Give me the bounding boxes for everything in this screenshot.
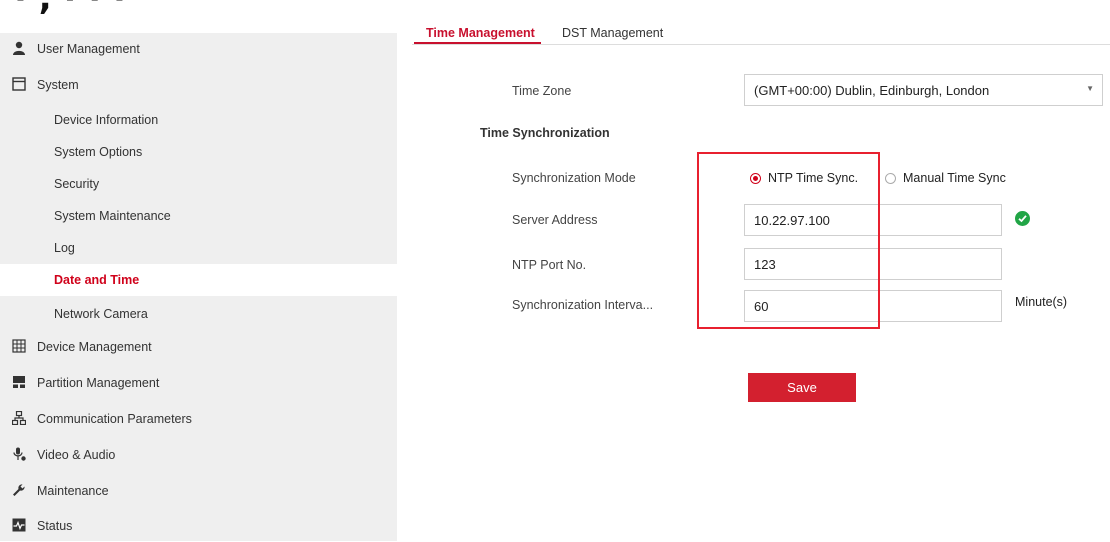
ntp-sync-radio[interactable]: NTP Time Sync.: [750, 171, 858, 185]
sidebar-item-security[interactable]: Security: [0, 168, 397, 200]
sidebar-item-log[interactable]: Log: [0, 232, 397, 264]
sync-mode-label: Synchronization Mode: [512, 171, 636, 185]
ntp-port-value: 123: [754, 257, 776, 272]
header-text: · , · · ·: [14, 0, 126, 18]
sidebar-item-partition-management[interactable]: Partition Management: [0, 367, 397, 399]
sidebar-item-label: Video & Audio: [37, 448, 116, 462]
sidebar-item-label: Log: [54, 241, 75, 255]
sync-interval-input[interactable]: 60: [744, 290, 1002, 322]
user-icon: [12, 41, 26, 55]
radio-unchecked-icon[interactable]: [885, 172, 896, 184]
sidebar-item-device-information[interactable]: Device Information: [0, 104, 397, 136]
ntp-port-label: NTP Port No.: [512, 258, 587, 272]
time-zone-select[interactable]: (GMT+00:00) Dublin, Edinburgh, London ▼: [744, 74, 1103, 106]
active-tab-indicator: [414, 42, 541, 44]
sidebar-item-label: User Management: [37, 42, 140, 56]
sync-interval-label: Synchronization Interva...: [512, 298, 654, 312]
status-icon: [12, 518, 26, 532]
sidebar-item-label: Maintenance: [37, 484, 109, 498]
save-button[interactable]: Save: [748, 373, 856, 402]
manual-sync-radio[interactable]: Manual Time Sync: [885, 171, 1006, 185]
network-icon: [12, 411, 26, 425]
server-address-value: 10.22.97.100: [754, 213, 830, 228]
sidebar-item-user-management[interactable]: User Management: [0, 33, 397, 65]
time-zone-value: (GMT+00:00) Dublin, Edinburgh, London: [754, 83, 990, 98]
ntp-sync-label: NTP Time Sync.: [768, 171, 859, 185]
ntp-port-input[interactable]: 123: [744, 248, 1002, 280]
sync-interval-value: 60: [754, 299, 769, 314]
microphone-icon: [12, 447, 26, 461]
sidebar-item-date-and-time[interactable]: Date and Time: [0, 264, 397, 296]
sidebar-item-label: Network Camera: [54, 307, 148, 321]
sidebar-item-label: Device Management: [37, 340, 152, 354]
sidebar-item-label: Date and Time: [54, 273, 140, 287]
sidebar: User Management System Device Informatio…: [0, 33, 397, 541]
server-address-input[interactable]: 10.22.97.100: [744, 204, 1002, 236]
time-zone-label: Time Zone: [512, 84, 572, 98]
check-icon: [1015, 211, 1030, 226]
sidebar-item-label: Device Information: [54, 113, 159, 127]
sidebar-item-device-management[interactable]: Device Management: [0, 331, 397, 363]
partition-icon: [12, 375, 26, 389]
tab-time-management[interactable]: Time Management: [426, 26, 535, 40]
sidebar-item-system-options[interactable]: System Options: [0, 136, 397, 168]
manual-sync-label: Manual Time Sync: [903, 171, 1006, 185]
wrench-icon: [12, 483, 26, 497]
sidebar-item-communication-parameters[interactable]: Communication Parameters: [0, 403, 397, 435]
page-header-fragment: · , · · ·: [14, 0, 126, 18]
sidebar-item-network-camera[interactable]: Network Camera: [0, 298, 397, 330]
sidebar-item-label: System Options: [54, 145, 143, 159]
server-address-label: Server Address: [512, 213, 598, 227]
sidebar-item-video-audio[interactable]: Video & Audio: [0, 439, 397, 471]
sidebar-item-label: Communication Parameters: [37, 412, 192, 426]
interval-unit-label: Minute(s): [1015, 295, 1068, 309]
device-grid-icon: [12, 339, 26, 353]
sidebar-item-label: System: [37, 78, 79, 92]
sidebar-item-label: Status: [37, 519, 73, 533]
sidebar-item-system-maintenance[interactable]: System Maintenance: [0, 200, 397, 232]
sidebar-item-label: Security: [54, 177, 100, 191]
sidebar-item-label: System Maintenance: [54, 209, 171, 223]
sidebar-item-system[interactable]: System: [0, 69, 397, 101]
chevron-down-icon: ▼: [1086, 84, 1094, 93]
time-sync-section-title: Time Synchronization: [480, 126, 610, 140]
sidebar-item-label: Partition Management: [37, 376, 160, 390]
tab-dst-management[interactable]: DST Management: [562, 26, 663, 40]
sidebar-item-maintenance[interactable]: Maintenance: [0, 475, 397, 507]
system-icon: [12, 77, 26, 91]
sidebar-item-status[interactable]: Status: [0, 510, 397, 542]
radio-checked-icon[interactable]: [750, 172, 761, 184]
